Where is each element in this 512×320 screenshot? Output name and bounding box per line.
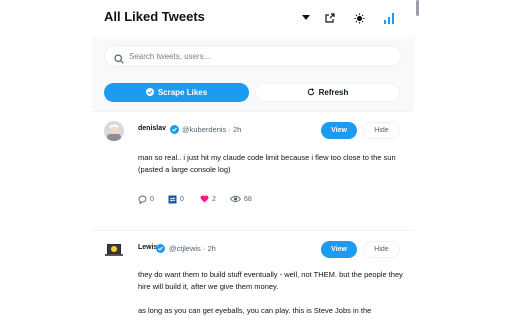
user-handle[interactable]: @ctjlewis bbox=[169, 244, 201, 253]
user-handle[interactable]: @kuberdenis bbox=[182, 125, 226, 134]
hide-button[interactable]: Hide bbox=[363, 122, 400, 139]
header: All Liked Tweets bbox=[92, 0, 414, 36]
check-circle-icon bbox=[145, 87, 154, 98]
tweet-text-paragraph: as long as you can get eyeballs, you can… bbox=[138, 306, 372, 315]
tweet-item: denislav @kuberdenis · 2h View Hide man … bbox=[92, 112, 414, 230]
tweet-time: 2h bbox=[207, 244, 216, 253]
refresh-icon bbox=[307, 87, 315, 98]
verified-badge-icon bbox=[170, 125, 179, 134]
heart-icon bbox=[200, 195, 209, 203]
views-count: 68 bbox=[244, 195, 252, 203]
reply-count: 0 bbox=[150, 195, 154, 203]
sun-icon[interactable] bbox=[351, 10, 367, 26]
refresh-button[interactable]: Refresh bbox=[255, 83, 400, 102]
retweet-stat[interactable]: 0 bbox=[168, 194, 184, 204]
tweet-time: 2h bbox=[233, 125, 242, 134]
page-title: All Liked Tweets bbox=[104, 9, 205, 24]
search-input[interactable] bbox=[129, 46, 391, 66]
scrape-likes-label: Scrape Likes bbox=[157, 88, 208, 97]
refresh-label: Refresh bbox=[318, 88, 349, 97]
hide-button[interactable]: Hide bbox=[363, 241, 400, 258]
tweet-meta: @ctjlewis · 2h bbox=[169, 244, 216, 253]
open-external-icon[interactable] bbox=[322, 10, 338, 26]
like-count: 2 bbox=[212, 195, 216, 203]
scrollbar[interactable] bbox=[416, 0, 419, 16]
chevron-down-icon[interactable] bbox=[298, 10, 314, 26]
retweet-count: 0 bbox=[180, 195, 184, 203]
display-name[interactable]: denislav bbox=[138, 125, 166, 132]
tweet-text: man so real.. i just hit my claude code … bbox=[138, 153, 396, 174]
tweet-text: they do want them to build stuff eventua… bbox=[138, 270, 403, 291]
toolbar: Scrape Likes Refresh bbox=[92, 37, 414, 111]
scrape-likes-button[interactable]: Scrape Likes bbox=[104, 83, 249, 102]
verified-badge-icon bbox=[156, 244, 165, 253]
views-stat: 68 bbox=[230, 194, 252, 204]
avatar bbox=[104, 121, 124, 141]
reply-icon bbox=[138, 195, 147, 204]
meta-separator: · bbox=[228, 125, 231, 134]
reply-stat[interactable]: 0 bbox=[138, 194, 154, 204]
search-box bbox=[104, 45, 402, 67]
avatar bbox=[104, 240, 124, 260]
tweet-item: Lewis @ctjlewis · 2h View Hide they do w… bbox=[92, 231, 414, 320]
retweet-icon bbox=[168, 195, 177, 203]
meta-separator: · bbox=[202, 244, 206, 253]
view-button[interactable]: View bbox=[321, 241, 357, 258]
like-stat[interactable]: 2 bbox=[200, 194, 216, 204]
search-icon bbox=[114, 51, 124, 69]
tweet-meta: @kuberdenis · 2h bbox=[182, 125, 241, 134]
analytics-bars-icon[interactable] bbox=[381, 10, 397, 26]
display-name[interactable]: Lewis bbox=[138, 244, 157, 251]
view-button[interactable]: View bbox=[321, 122, 357, 139]
eye-icon bbox=[230, 195, 241, 203]
liked-tweets-panel: All Liked Tweets Search tweets, users...… bbox=[92, 0, 414, 320]
